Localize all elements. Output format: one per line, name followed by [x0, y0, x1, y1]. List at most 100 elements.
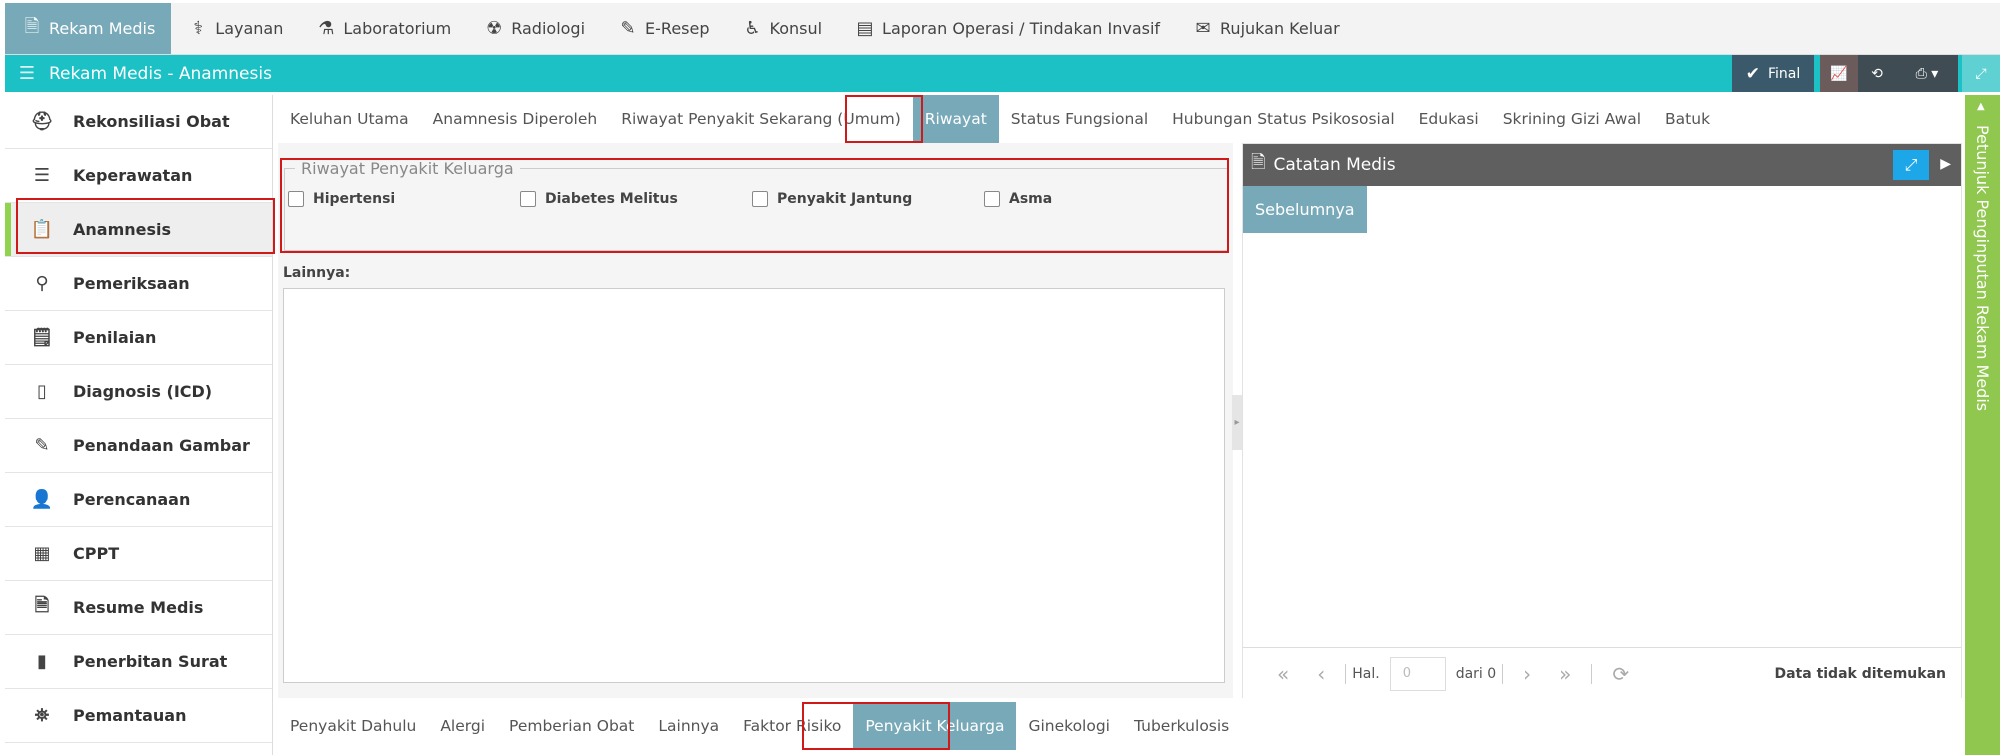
sidebar-item-diagnosis[interactable]: ▯ Diagnosis (ICD) — [5, 365, 272, 419]
file-text-icon: 🗎 — [34, 594, 50, 616]
line-chart-icon: 📈 — [1830, 65, 1848, 82]
final-label: Final — [1767, 65, 1801, 82]
last-page-icon[interactable]: » — [1559, 662, 1571, 686]
sidebar-item-penerbitan-surat[interactable]: ▮ Penerbitan Surat — [5, 635, 272, 689]
checkbox-hipertensi[interactable]: Hipertensi — [288, 191, 520, 207]
history-icon: ⟲ — [1871, 65, 1883, 82]
tab-riwayat[interactable]: Riwayat — [912, 95, 999, 143]
final-button[interactable]: ✔ Final — [1732, 55, 1814, 92]
nav-label: Laboratorium — [343, 19, 452, 38]
checkbox-label: Diabetes Melitus — [545, 191, 678, 207]
menu-icon[interactable]: ☰ — [5, 63, 49, 84]
top-nav: 🗎 Rekam Medis ⚕ Layanan ⚗ Laboratorium ☢ Rad… — [5, 3, 2000, 55]
riwayat-subtabs: Penyakit Dahulu Alergi Pemberian Obat La… — [278, 702, 1238, 750]
sidebar-item-cppt[interactable]: ▦ CPPT — [5, 527, 272, 581]
sidebar-item-anamnesis[interactable]: 📋 Anamnesis — [5, 203, 272, 257]
nav-rujukan-keluar[interactable]: ✉ Rujukan Keluar — [1176, 3, 1356, 54]
nav-rekam-medis[interactable]: 🗎 Rekam Medis — [5, 3, 172, 54]
nav-label: Konsul — [769, 19, 823, 38]
tab-ginekologi[interactable]: Ginekologi — [1016, 702, 1122, 750]
checkbox-box[interactable] — [288, 191, 304, 207]
collapse-arrow-icon[interactable]: ▶ — [1940, 156, 1951, 172]
sidebar-item-perencanaan[interactable]: 👤 Perencanaan — [5, 473, 272, 527]
fieldset-legend: Riwayat Penyakit Keluarga — [301, 159, 514, 178]
sidebar-item-label: Resume Medis — [73, 598, 204, 617]
checkbox-box[interactable] — [984, 191, 1000, 207]
first-page-icon[interactable]: « — [1277, 662, 1289, 686]
page-label: Hal. — [1352, 665, 1380, 682]
nav-konsul[interactable]: ♿ Konsul — [726, 3, 839, 54]
nav-radiologi[interactable]: ☢ Radiologi — [467, 3, 601, 54]
other-textarea[interactable] — [283, 288, 1225, 683]
sidebar-item-label: Penandaan Gambar — [73, 436, 250, 455]
nav-laboratorium[interactable]: ⚗ Laboratorium — [299, 3, 467, 54]
tab-anamnesis-diperoleh[interactable]: Anamnesis Diperoleh — [421, 95, 610, 143]
tab-penyakit-keluarga[interactable]: Penyakit Keluarga — [853, 702, 1017, 750]
fullscreen-button[interactable]: ⤢ — [1962, 55, 2000, 92]
tab-skrining-gizi-awal[interactable]: Skrining Gizi Awal — [1491, 95, 1653, 143]
nav-layanan[interactable]: ⚕ Layanan — [171, 3, 299, 54]
chart-doc-icon: ▦ — [33, 543, 51, 564]
splitter-handle[interactable]: ▸ — [1232, 395, 1242, 450]
user-plan-icon: 👤 — [30, 489, 54, 510]
sidebar-item-keperawatan[interactable]: ☰ Keperawatan — [5, 149, 272, 203]
tab-tuberkulosis[interactable]: Tuberkulosis — [1122, 702, 1241, 750]
checkbox-asma[interactable]: Asma — [984, 191, 1216, 207]
chart-button[interactable]: 📈 — [1820, 55, 1858, 92]
nav-label: Rekam Medis — [49, 19, 156, 38]
tab-keluhan-utama[interactable]: Keluhan Utama — [278, 95, 421, 143]
envelope-icon: ✉ — [1195, 18, 1211, 39]
tab-faktor-risiko[interactable]: Faktor Risiko — [731, 702, 853, 750]
nav-e-resep[interactable]: ✎ E-Resep — [601, 3, 725, 54]
refresh-icon[interactable]: ⟳ — [1612, 662, 1629, 686]
checkbox-box[interactable] — [752, 191, 768, 207]
sidebar-item-resume-medis[interactable]: 🗎 Resume Medis — [5, 581, 272, 635]
checkbox-label: Hipertensi — [313, 191, 396, 207]
input-guide-panel[interactable]: ▲ Petunjuk Penginputan Rekam Medis — [1965, 95, 2000, 755]
tab-lainnya[interactable]: Lainnya — [646, 702, 731, 750]
nav-laporan-operasi[interactable]: ▤ Laporan Operasi / Tindakan Invasif — [838, 3, 1176, 54]
tab-hubungan-status-psikososial[interactable]: Hubungan Status Psikososial — [1160, 95, 1406, 143]
sidebar-item-label: CPPT — [73, 544, 120, 563]
medical-notes-panel: 🗎 Catatan Medis ⤢ ▶ Sebelumnya « ‹ Hal. … — [1242, 143, 1962, 699]
check-icon: ✔ — [1745, 63, 1760, 84]
tab-alergi[interactable]: Alergi — [428, 702, 497, 750]
checkbox-penyakit-jantung[interactable]: Penyakit Jantung — [752, 191, 984, 207]
sidebar-item-pemantauan[interactable]: ⛯ Pemantauan — [5, 689, 272, 743]
panel-body — [1243, 233, 1961, 647]
document-icon: 🗎 — [24, 15, 40, 37]
newspaper-icon: ▤ — [856, 18, 874, 39]
checkbox-label: Penyakit Jantung — [777, 191, 913, 207]
sidebar-item-rekonsiliasi-obat[interactable]: ⛑ Rekonsiliasi Obat — [5, 95, 272, 149]
eraser-icon: ✎ — [620, 18, 636, 39]
sidebar-item-penandaan-gambar[interactable]: ✎ Penandaan Gambar — [5, 419, 272, 473]
tab-pemberian-obat[interactable]: Pemberian Obat — [497, 702, 646, 750]
sidebar-item-penilaian[interactable]: 🗒 Penilaian — [5, 311, 272, 365]
page-input[interactable]: 0 — [1389, 656, 1446, 691]
caret-right-icon: ▸ — [1234, 417, 1240, 428]
expand-panel-button[interactable]: ⤢ — [1893, 150, 1929, 180]
next-page-icon[interactable]: › — [1523, 662, 1531, 686]
nav-label: Layanan — [215, 19, 284, 38]
tab-edukasi[interactable]: Edukasi — [1407, 95, 1491, 143]
tab-riwayat-penyakit-sekarang[interactable]: Riwayat Penyakit Sekarang (Umum) — [609, 95, 913, 143]
panel-title: Catatan Medis — [1273, 155, 1396, 175]
anamnesis-tabs: Keluhan Utama Anamnesis Diperoleh Riwaya… — [278, 95, 1710, 143]
tab-status-fungsional[interactable]: Status Fungsional — [999, 95, 1160, 143]
file-icon: ▮ — [37, 651, 47, 672]
binoculars-icon: ⛯ — [34, 705, 50, 726]
tab-sebelumnya[interactable]: Sebelumnya — [1243, 186, 1367, 233]
stethoscope-icon: ⚲ — [35, 273, 49, 294]
tab-batuk[interactable]: Batuk — [1653, 95, 1722, 143]
tab-penyakit-dahulu[interactable]: Penyakit Dahulu — [278, 702, 428, 750]
history-button[interactable]: ⟲ — [1858, 55, 1896, 92]
medkit-icon: ⛑ — [30, 111, 54, 132]
sidebar-item-pemeriksaan[interactable]: ⚲ Pemeriksaan — [5, 257, 272, 311]
sidebar: ⛑ Rekonsiliasi Obat ☰ Keperawatan 📋 Anamnes… — [5, 95, 273, 755]
sidebar-item-label: Rekonsiliasi Obat — [73, 112, 230, 131]
list-icon: ☰ — [33, 165, 51, 186]
prev-page-icon[interactable]: ‹ — [1317, 662, 1325, 686]
checkbox-diabetes-melitus[interactable]: Diabetes Melitus — [520, 191, 752, 207]
checkbox-box[interactable] — [520, 191, 536, 207]
print-button[interactable]: ⎙ ▾ — [1896, 55, 1958, 92]
